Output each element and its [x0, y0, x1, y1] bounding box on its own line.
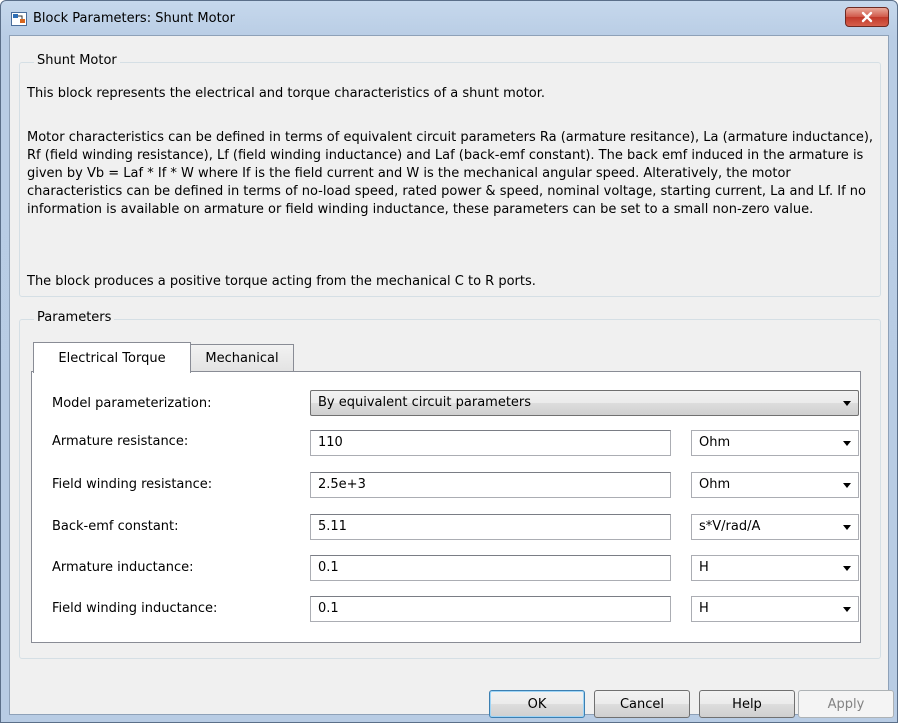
armature-resistance-unit-select[interactable]: Ohm — [691, 430, 859, 456]
field-winding-inductance-label: Field winding inductance: — [52, 601, 218, 616]
apply-button[interactable]: Apply — [798, 690, 894, 718]
back-emf-constant-unit-value: s*V/rad/A — [699, 519, 761, 534]
model-parameterization-value: By equivalent circuit parameters — [318, 395, 532, 410]
tab-mechanical-label: Mechanical — [205, 350, 279, 366]
chevron-down-icon — [843, 441, 851, 446]
description-torque-note: The block produces a positive torque act… — [27, 274, 536, 289]
help-button[interactable]: Help — [699, 690, 795, 718]
chevron-down-icon — [843, 401, 851, 406]
block-parameters-dialog: Block Parameters: Shunt Motor Shunt Moto… — [0, 0, 898, 723]
field-winding-resistance-input[interactable]: 2.5e+3 — [310, 472, 671, 498]
cancel-button[interactable]: Cancel — [594, 690, 690, 718]
chevron-down-icon — [843, 566, 851, 571]
electrical-torque-panel: Model parameterization: By equivalent ci… — [31, 371, 861, 643]
description-summary: This block represents the electrical and… — [27, 86, 546, 101]
armature-inductance-input[interactable]: 0.1 — [310, 555, 671, 581]
armature-inductance-label: Armature inductance: — [52, 560, 194, 575]
parameters-group-label: Parameters — [34, 310, 115, 325]
model-parameterization-label: Model parameterization: — [52, 396, 212, 411]
tab-mechanical[interactable]: Mechanical — [190, 344, 294, 371]
field-winding-resistance-unit-select[interactable]: Ohm — [691, 472, 859, 498]
back-emf-constant-label: Back-emf constant: — [52, 519, 179, 534]
chevron-down-icon — [843, 525, 851, 530]
simulink-block-icon — [11, 12, 27, 26]
armature-resistance-unit-value: Ohm — [699, 435, 731, 450]
title-bar[interactable]: Block Parameters: Shunt Motor — [1, 1, 897, 35]
close-button[interactable] — [845, 7, 889, 27]
armature-resistance-input[interactable]: 110 — [310, 430, 671, 456]
window-title: Block Parameters: Shunt Motor — [33, 11, 235, 26]
description-group-label: Shunt Motor — [34, 53, 120, 68]
field-winding-inductance-unit-select[interactable]: H — [691, 596, 859, 622]
back-emf-constant-input[interactable]: 5.11 — [310, 514, 671, 540]
field-winding-resistance-label: Field winding resistance: — [52, 477, 213, 492]
field-winding-resistance-unit-value: Ohm — [699, 477, 731, 492]
armature-resistance-label: Armature resistance: — [52, 434, 189, 449]
ok-button[interactable]: OK — [489, 690, 585, 718]
chevron-down-icon — [843, 607, 851, 612]
tab-electrical-torque[interactable]: Electrical Torque — [33, 342, 191, 373]
field-winding-inductance-unit-value: H — [699, 601, 709, 616]
back-emf-constant-unit-select[interactable]: s*V/rad/A — [691, 514, 859, 540]
description-details: Motor characteristics can be defined in … — [27, 130, 874, 217]
close-icon — [861, 11, 873, 23]
armature-inductance-unit-select[interactable]: H — [691, 555, 859, 581]
tab-electrical-torque-label: Electrical Torque — [58, 350, 166, 366]
chevron-down-icon — [843, 483, 851, 488]
field-winding-inductance-input[interactable]: 0.1 — [310, 596, 671, 622]
armature-inductance-unit-value: H — [699, 560, 709, 575]
model-parameterization-dropdown[interactable]: By equivalent circuit parameters — [310, 390, 859, 416]
